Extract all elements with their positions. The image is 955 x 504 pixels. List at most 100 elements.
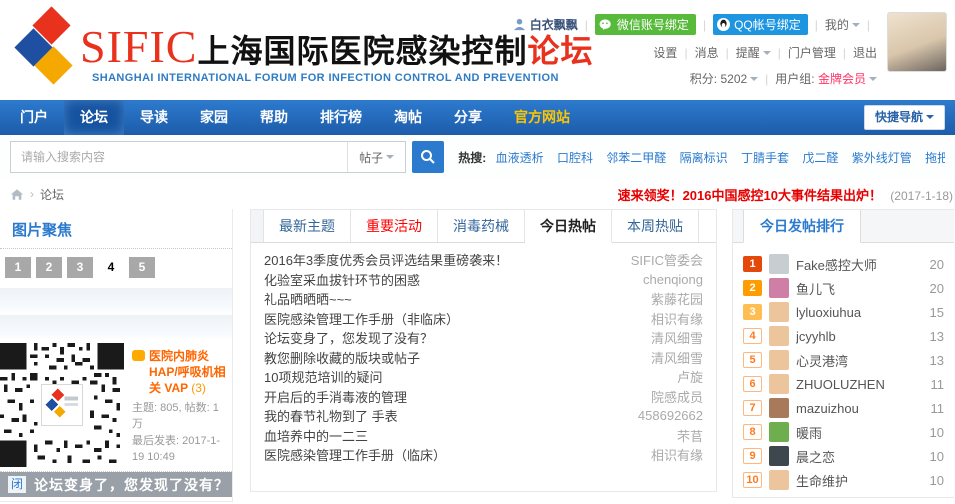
nav-item-ranking[interactable]: 排行榜	[304, 100, 378, 135]
tab-latest-topics[interactable]: 最新主题	[264, 210, 351, 242]
thread-author[interactable]: 卢旋	[677, 367, 703, 386]
announcement-link[interactable]: 速来领奖！2016中国感控10大事件结果出炉！	[618, 188, 882, 203]
member-avatar[interactable]	[769, 422, 789, 442]
thread-title[interactable]: 10项规范培训的疑问	[264, 367, 665, 386]
hot-search-link[interactable]: 隔离标识	[680, 151, 728, 165]
quick-nav-button[interactable]: 快捷导航	[864, 105, 945, 130]
thread-title[interactable]: 医院感染管理工作手册（非临床）	[264, 309, 639, 328]
thread-title[interactable]: 礼品晒晒晒~~~	[264, 289, 639, 308]
member-avatar[interactable]	[769, 446, 789, 466]
member-avatar[interactable]	[769, 374, 789, 394]
thread-list: 2016年3季度优秀会员评选结果重磅袭来！ SIFIC管委会 化验室采血拔针环节的…	[251, 243, 716, 465]
hot-search-link[interactable]: 拖把	[925, 151, 945, 165]
thread-author[interactable]: 清风细雪	[651, 348, 703, 367]
member-avatar[interactable]	[769, 278, 789, 298]
home-icon[interactable]	[10, 188, 24, 201]
points-menu[interactable]: 积分: 5202	[690, 70, 758, 87]
my-menu[interactable]: 我的	[825, 16, 860, 33]
chevron-down-icon	[869, 77, 877, 85]
thread-title[interactable]: 血培养中的一二三	[264, 426, 665, 445]
hot-search-link[interactable]: 丁腈手套	[741, 151, 789, 165]
hot-search-link[interactable]: 戊二醛	[802, 151, 838, 165]
member-name[interactable]: lyluoxiuhua	[796, 305, 924, 320]
member-name[interactable]: 晨之恋	[796, 447, 924, 466]
hot-search-link[interactable]: 紫外线灯管	[852, 151, 912, 165]
member-name[interactable]: 鱼儿飞	[796, 279, 924, 298]
tab-important-events[interactable]: 重要活动	[351, 210, 438, 242]
thread-title[interactable]: 我的春节礼物到了 手表	[264, 406, 626, 425]
nav-item-guide[interactable]: 导读	[124, 100, 184, 135]
ticker-close-button[interactable]: 闭	[8, 476, 26, 493]
member-avatar[interactable]	[769, 254, 789, 274]
thread-author[interactable]: 458692662	[638, 408, 703, 423]
member-avatar[interactable]	[769, 326, 789, 346]
member-avatar[interactable]	[769, 302, 789, 322]
thread-author[interactable]: 芣苢	[677, 426, 703, 445]
reminders-link[interactable]: 提醒	[736, 44, 771, 61]
tab-disinfection[interactable]: 消毒药械	[438, 210, 525, 242]
nav-item-share[interactable]: 分享	[438, 100, 498, 135]
pager-button-5[interactable]: 5	[129, 257, 155, 278]
qq-bind-button[interactable]: QQ帐号绑定	[713, 14, 808, 35]
thread-author[interactable]: chenqiong	[643, 272, 703, 287]
pager-button-3[interactable]: 3	[67, 257, 93, 278]
hot-search-link[interactable]: 口腔科	[557, 151, 593, 165]
site-logo[interactable]: SIFIC上海国际医院感染控制论坛 SHANGHAI INTERNATIONAL…	[8, 4, 568, 96]
search-button[interactable]	[412, 141, 444, 173]
tab-week-hot[interactable]: 本周热贴	[612, 210, 699, 242]
search-type-select[interactable]: 帖子	[347, 142, 405, 172]
member-name[interactable]: ZHUOLUZHEN	[796, 377, 925, 392]
username-link[interactable]: 白衣飘飘	[513, 16, 578, 33]
ticker-text[interactable]: 论坛变身了，您发现了没有？	[34, 475, 229, 495]
breadcrumb-forum[interactable]: 论坛	[40, 186, 64, 203]
tab-today-ranking[interactable]: 今日发帖排行	[743, 210, 861, 243]
member-name[interactable]: 心灵港湾	[796, 351, 924, 370]
member-name[interactable]: 生命维护	[796, 471, 924, 490]
wechat-bind-button[interactable]: 微信账号绑定	[595, 14, 696, 35]
thread-author[interactable]: 相识有缘	[651, 309, 703, 328]
hot-search-link[interactable]: 邻苯二甲醛	[606, 151, 666, 165]
thread-author[interactable]: 紫藤花园	[651, 289, 703, 308]
thread-title[interactable]: 医院感染管理工作手册（临床）	[264, 445, 639, 464]
pager-button-1[interactable]: 1	[5, 257, 31, 278]
messages-link[interactable]: 消息	[695, 44, 719, 61]
nav-item-portal[interactable]: 门户	[4, 100, 64, 135]
thread-title[interactable]: 论坛变身了，您发现了没有？	[264, 328, 639, 347]
member-avatar[interactable]	[769, 470, 789, 490]
tab-today-hot[interactable]: 今日热帖	[525, 210, 612, 243]
nav-item-help[interactable]: 帮助	[244, 100, 304, 135]
nav-item-forum[interactable]: 论坛	[64, 100, 124, 135]
portal-admin-link[interactable]: 门户管理	[788, 44, 836, 61]
nav-item-home[interactable]: 家园	[184, 100, 244, 135]
search-input[interactable]	[11, 142, 347, 172]
thread-author[interactable]: 相识有缘	[651, 445, 703, 464]
thread-author[interactable]: 院感成员	[651, 387, 703, 406]
thread-title[interactable]: 2016年3季度优秀会员评选结果重磅袭来！	[264, 250, 619, 269]
member-name[interactable]: 暖雨	[796, 423, 924, 442]
thread-row: 医院感染管理工作手册（临床） 相识有缘	[264, 445, 703, 465]
pager-button-4[interactable]: 4	[98, 257, 124, 278]
ranking-row: 7mazuizhou11	[743, 396, 944, 420]
usergroup-menu[interactable]: 用户组: 金牌会员	[775, 70, 877, 87]
thread-title[interactable]: 教您删除收藏的版块或帖子	[264, 348, 639, 367]
settings-link[interactable]: 设置	[653, 44, 677, 61]
logout-link[interactable]: 退出	[853, 44, 877, 61]
post-ranking-panel: 今日发帖排行 1Fake感控大师20 2鱼儿飞20 3lyluoxiuhua15…	[732, 209, 954, 498]
member-name[interactable]: jcyyhlb	[796, 329, 924, 344]
pager-button-2[interactable]: 2	[36, 257, 62, 278]
member-avatar[interactable]	[769, 398, 789, 418]
member-avatar[interactable]	[769, 350, 789, 370]
user-avatar[interactable]	[887, 12, 947, 72]
thread-title[interactable]: 开启后的手消毒液的管理	[264, 387, 639, 406]
thread-author[interactable]: SIFIC管委会	[631, 250, 703, 269]
forum-link[interactable]: 医院内肺炎HAP/呼吸机相关 VAP (3)	[149, 348, 226, 397]
member-name[interactable]: mazuizhou	[796, 401, 925, 416]
thread-author[interactable]: 清风细雪	[651, 328, 703, 347]
usergroup-value: 金牌会员	[818, 72, 866, 86]
hot-search-link[interactable]: 血液透析	[496, 151, 544, 165]
nav-item-taotie[interactable]: 淘帖	[378, 100, 438, 135]
nav-item-official-site[interactable]: 官方网站	[498, 100, 586, 135]
member-name[interactable]: Fake感控大师	[796, 255, 924, 274]
post-count: 10	[930, 425, 944, 440]
thread-title[interactable]: 化验室采血拔针环节的困惑	[264, 270, 631, 289]
